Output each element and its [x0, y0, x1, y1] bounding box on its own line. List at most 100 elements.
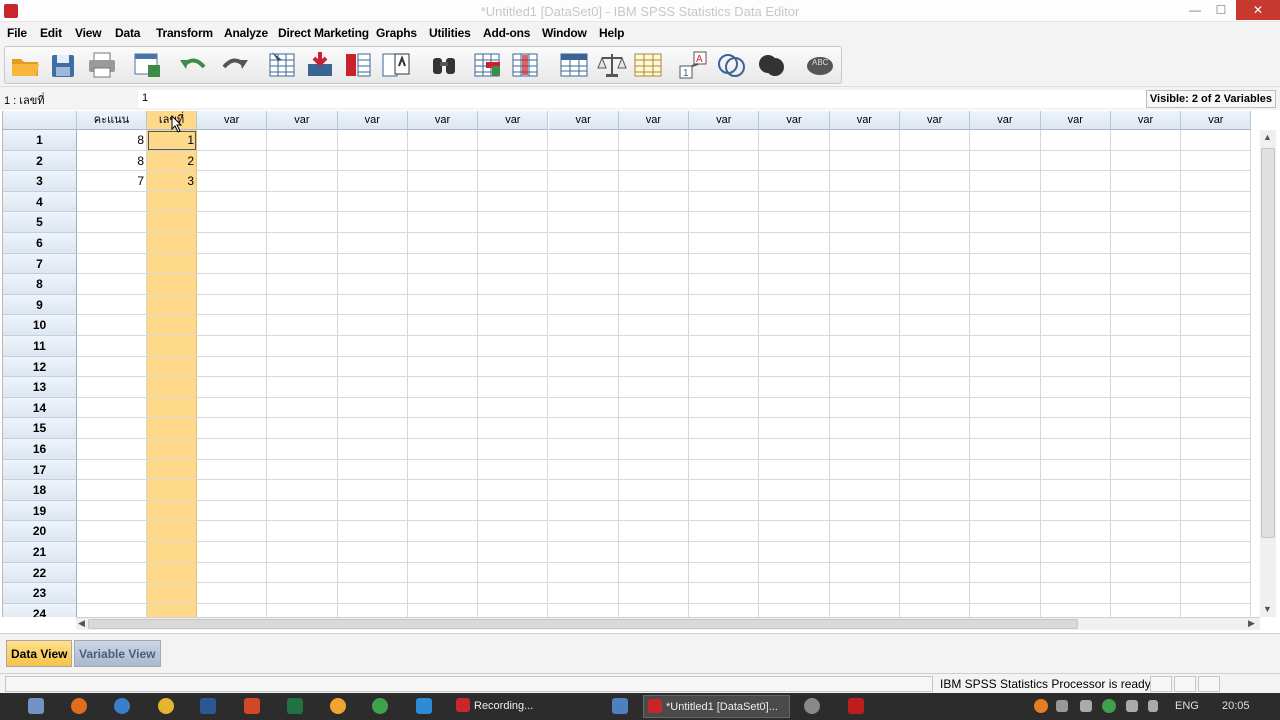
data-cell[interactable]	[759, 542, 830, 563]
data-cell[interactable]	[478, 294, 549, 316]
row-header[interactable]: 20	[3, 521, 77, 542]
data-cell[interactable]	[1110, 480, 1182, 501]
data-cell[interactable]	[478, 521, 549, 542]
data-cell[interactable]	[829, 274, 900, 295]
data-cell[interactable]	[478, 191, 549, 213]
data-cell[interactable]	[337, 583, 408, 604]
data-cell[interactable]	[407, 542, 479, 563]
data-cell[interactable]	[1110, 336, 1182, 357]
data-cell[interactable]	[1110, 274, 1182, 295]
data-cell[interactable]	[759, 130, 830, 151]
data-cell[interactable]	[689, 500, 760, 522]
data-cell[interactable]	[759, 233, 830, 254]
data-cell[interactable]	[147, 603, 197, 617]
data-cell[interactable]	[548, 480, 619, 501]
horizontal-scrollbar[interactable]: ◀ ▶	[76, 617, 1260, 630]
data-cell[interactable]	[689, 294, 760, 316]
scroll-down-icon[interactable]: ▼	[1263, 604, 1272, 614]
data-cell[interactable]	[1181, 150, 1252, 172]
data-cell[interactable]	[478, 439, 549, 460]
data-cell[interactable]	[1181, 459, 1252, 481]
data-cell[interactable]	[618, 315, 690, 336]
weight-cases-icon[interactable]	[596, 50, 628, 80]
data-cell[interactable]	[548, 233, 619, 254]
data-cell[interactable]	[407, 336, 479, 357]
filezilla-icon[interactable]	[848, 698, 864, 714]
data-cell[interactable]	[147, 562, 197, 584]
row-header[interactable]: 19	[3, 500, 77, 522]
data-cell[interactable]	[548, 418, 619, 439]
data-cell[interactable]	[407, 480, 479, 501]
word-icon[interactable]	[200, 698, 216, 714]
data-cell[interactable]	[689, 418, 760, 439]
data-cell[interactable]	[197, 418, 268, 439]
data-cell[interactable]	[900, 542, 971, 563]
data-cell[interactable]	[407, 583, 479, 604]
menu-help[interactable]: Help	[599, 26, 624, 40]
task-recording[interactable]: Recording...	[452, 695, 627, 718]
data-cell[interactable]	[618, 583, 690, 604]
data-cell[interactable]	[759, 583, 830, 604]
data-cell[interactable]	[970, 500, 1041, 522]
data-cell[interactable]	[267, 562, 338, 584]
data-cell[interactable]	[759, 480, 830, 501]
data-cell[interactable]	[407, 377, 479, 398]
data-cell[interactable]	[147, 377, 197, 398]
data-cell[interactable]	[1110, 294, 1182, 316]
insert-variable-icon[interactable]	[510, 50, 542, 80]
data-cell[interactable]	[1040, 150, 1111, 172]
data-cell[interactable]	[337, 130, 408, 151]
data-cell[interactable]	[970, 294, 1041, 316]
data-cell[interactable]	[478, 233, 549, 254]
data-cell[interactable]	[1110, 150, 1182, 172]
use-variable-sets-icon[interactable]	[716, 50, 748, 80]
data-cell[interactable]	[548, 356, 619, 378]
data-cell[interactable]	[900, 397, 971, 419]
data-cell[interactable]	[337, 356, 408, 378]
data-cell[interactable]	[1110, 130, 1182, 151]
data-cell[interactable]	[197, 480, 268, 501]
select-cases-icon[interactable]	[632, 50, 664, 80]
column-header-var[interactable]: var	[1181, 111, 1252, 130]
active-cell[interactable]: 1	[147, 130, 197, 151]
data-cell[interactable]	[478, 583, 549, 604]
data-cell[interactable]	[618, 542, 690, 563]
data-cell[interactable]	[478, 150, 549, 172]
data-cell[interactable]	[337, 397, 408, 419]
data-cell[interactable]	[1110, 439, 1182, 460]
data-cell[interactable]	[197, 377, 268, 398]
data-cell[interactable]	[970, 418, 1041, 439]
column-header-var[interactable]: var	[759, 111, 830, 130]
data-cell[interactable]	[689, 191, 760, 213]
data-cell[interactable]	[759, 521, 830, 542]
row-header[interactable]: 23	[3, 583, 77, 604]
data-cell[interactable]	[759, 274, 830, 295]
data-cell[interactable]	[267, 294, 338, 316]
data-cell[interactable]	[337, 418, 408, 439]
data-cell[interactable]	[77, 418, 147, 439]
data-cell[interactable]	[759, 603, 830, 617]
goto-variable-icon[interactable]	[304, 50, 336, 80]
data-cell[interactable]	[900, 377, 971, 398]
menu-utilities[interactable]: Utilities	[429, 26, 471, 40]
data-cell[interactable]	[1040, 377, 1111, 398]
data-cell[interactable]	[337, 439, 408, 460]
column-header-var[interactable]: var	[197, 111, 268, 130]
menu-window[interactable]: Window	[542, 26, 587, 40]
data-cell[interactable]	[197, 336, 268, 357]
data-cell[interactable]	[618, 562, 690, 584]
data-cell[interactable]	[1110, 315, 1182, 336]
column-header-var[interactable]: var	[689, 111, 760, 130]
data-cell[interactable]	[900, 212, 971, 233]
data-cell[interactable]: 8	[77, 130, 147, 151]
data-cell[interactable]	[267, 130, 338, 151]
data-cell[interactable]	[548, 459, 619, 481]
row-header[interactable]: 3	[3, 171, 77, 192]
data-cell[interactable]	[147, 233, 197, 254]
data-cell[interactable]	[970, 191, 1041, 213]
data-cell[interactable]	[1110, 377, 1182, 398]
spss-viewer-icon[interactable]	[612, 698, 628, 714]
data-cell[interactable]	[829, 356, 900, 378]
data-cell[interactable]	[147, 294, 197, 316]
scroll-left-icon[interactable]: ◀	[78, 618, 85, 629]
